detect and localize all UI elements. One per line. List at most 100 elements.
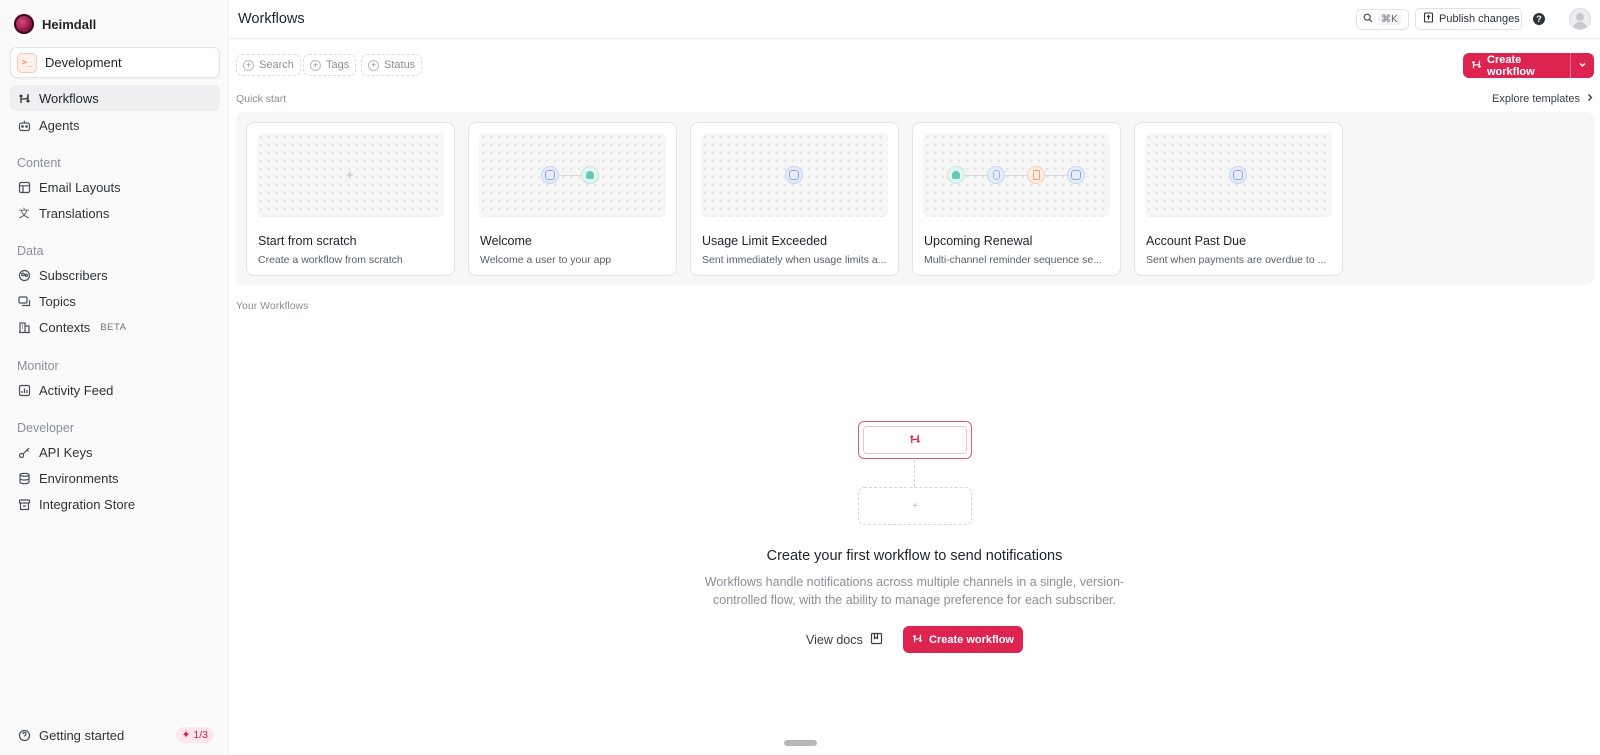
sidebar-item-api-keys[interactable]: API Keys bbox=[10, 439, 220, 465]
progress-badge: ✦ 1/3 bbox=[175, 727, 214, 743]
connector-line bbox=[963, 175, 1073, 176]
create-workflow-button[interactable]: Create workflow bbox=[1463, 53, 1594, 78]
your-workflows-label: Your Workflows bbox=[236, 300, 309, 312]
sidebar-item-translations[interactable]: 文 Translations bbox=[10, 200, 220, 226]
email-node-icon bbox=[1067, 166, 1085, 184]
building-icon bbox=[17, 320, 31, 334]
view-docs-label: View docs bbox=[806, 633, 863, 647]
resize-handle[interactable] bbox=[784, 740, 817, 746]
empty-state-title: Create your first workflow to send notif… bbox=[766, 548, 1063, 564]
robot-icon bbox=[17, 118, 31, 132]
publish-changes-button[interactable]: Publish changes bbox=[1415, 8, 1522, 30]
template-card-account-past-due[interactable]: Account Past Due Sent when payments are … bbox=[1134, 122, 1343, 276]
sidebar-item-agents[interactable]: Agents bbox=[10, 112, 220, 138]
sms-node-icon bbox=[987, 166, 1005, 184]
sidebar-item-environments[interactable]: Environments bbox=[10, 465, 220, 491]
beta-badge: BETA bbox=[100, 321, 127, 333]
template-title: Account Past Due bbox=[1146, 234, 1247, 248]
empty-state-add-node: + bbox=[858, 487, 972, 525]
sidebar-item-label: Contexts bbox=[39, 319, 91, 335]
sidebar-item-label: Workflows bbox=[39, 90, 99, 106]
email-node-icon bbox=[1229, 166, 1247, 184]
sidebar-item-label: Activity Feed bbox=[39, 382, 114, 398]
explore-templates-link[interactable]: Explore templates bbox=[1492, 93, 1594, 105]
template-preview: + bbox=[257, 133, 444, 217]
page-title: Workflows bbox=[238, 11, 305, 27]
org-name: Heimdall bbox=[42, 16, 97, 32]
help-circle-icon bbox=[17, 728, 31, 742]
translate-icon: 文 bbox=[18, 208, 30, 220]
workflow-icon bbox=[912, 633, 923, 647]
quick-start-label: Quick start bbox=[236, 93, 287, 105]
top-bar: Workflows ⌘K Publish changes ? bbox=[229, 0, 1600, 39]
explore-templates-label: Explore templates bbox=[1492, 93, 1581, 105]
plus-circle-icon: + bbox=[310, 59, 321, 71]
create-workflow-main[interactable]: Create workflow bbox=[1463, 54, 1570, 78]
template-card-usage-limit[interactable]: Usage Limit Exceeded Sent immediately wh… bbox=[690, 122, 899, 276]
template-description: Create a workflow from scratch bbox=[258, 254, 403, 266]
template-card-welcome[interactable]: Welcome Welcome a user to your app bbox=[468, 122, 677, 276]
sidebar-item-contexts[interactable]: Contexts BETA bbox=[10, 314, 220, 340]
filter-label: Search bbox=[259, 59, 294, 71]
section-title-developer: Developer bbox=[17, 421, 74, 435]
sidebar: Heimdall >_ Development Workflows Agents… bbox=[0, 0, 229, 755]
template-title: Upcoming Renewal bbox=[924, 234, 1033, 248]
sidebar-item-activity-feed[interactable]: Activity Feed bbox=[10, 377, 220, 403]
template-preview bbox=[923, 133, 1110, 217]
template-description: Sent when payments are overdue to ... bbox=[1146, 254, 1327, 266]
topics-icon bbox=[17, 294, 31, 308]
sidebar-item-workflows[interactable]: Workflows bbox=[10, 85, 220, 111]
delay-node-icon bbox=[1027, 166, 1045, 184]
template-preview bbox=[701, 133, 888, 217]
empty-state-description: Workflows handle notifications across mu… bbox=[704, 575, 1125, 607]
user-avatar[interactable] bbox=[1569, 8, 1591, 30]
section-title-content: Content bbox=[17, 156, 61, 170]
filter-label: Status bbox=[384, 59, 416, 71]
upload-icon bbox=[1423, 12, 1434, 26]
template-preview bbox=[1145, 133, 1332, 217]
layout-icon bbox=[17, 180, 31, 194]
progress-count: 1/3 bbox=[193, 729, 208, 741]
bell-node-icon bbox=[947, 166, 965, 184]
email-node-icon bbox=[541, 166, 559, 184]
environment-label: Development bbox=[45, 55, 122, 70]
terminal-icon: >_ bbox=[17, 52, 37, 73]
create-workflow-dropdown[interactable] bbox=[1570, 53, 1594, 78]
chevron-down-icon bbox=[1578, 60, 1587, 72]
shortcut-hint: ⌘K bbox=[1378, 14, 1401, 25]
sidebar-item-subscribers[interactable]: Subscribers bbox=[10, 262, 220, 288]
users-icon bbox=[17, 268, 31, 282]
sidebar-item-label: API Keys bbox=[39, 444, 93, 460]
environment-switcher[interactable]: >_ Development bbox=[10, 47, 220, 78]
section-title-monitor: Monitor bbox=[17, 359, 59, 373]
template-description: Welcome a user to your app bbox=[480, 254, 612, 266]
create-workflow-label: Create workflow bbox=[1487, 53, 1535, 78]
template-card-scratch[interactable]: + Start from scratch Create a workflow f… bbox=[246, 122, 455, 276]
publish-label: Publish changes bbox=[1439, 13, 1520, 25]
template-description: Multi-channel reminder sequence se... bbox=[924, 254, 1103, 266]
command-search-button[interactable]: ⌘K bbox=[1356, 9, 1409, 30]
key-icon bbox=[17, 445, 31, 459]
template-title: Start from scratch bbox=[258, 234, 357, 248]
getting-started-link[interactable]: Getting started ✦ 1/3 bbox=[10, 722, 220, 748]
org-logo bbox=[14, 14, 34, 34]
template-title: Usage Limit Exceeded bbox=[702, 234, 828, 248]
view-docs-link[interactable]: View docs bbox=[806, 632, 883, 648]
template-title: Welcome bbox=[480, 234, 532, 248]
plus-icon: + bbox=[346, 167, 354, 182]
tags-filter-button[interactable]: + Tags bbox=[303, 54, 357, 76]
chevron-right-icon bbox=[1586, 93, 1594, 105]
store-icon bbox=[17, 497, 31, 511]
sidebar-item-label: Email Layouts bbox=[39, 179, 121, 195]
plus-icon: + bbox=[912, 500, 918, 512]
org-switcher[interactable]: Heimdall bbox=[14, 13, 96, 35]
sidebar-item-email-layouts[interactable]: Email Layouts bbox=[10, 174, 220, 200]
template-card-upcoming-renewal[interactable]: Upcoming Renewal Multi-channel reminder … bbox=[912, 122, 1121, 276]
sidebar-item-integration-store[interactable]: Integration Store bbox=[10, 491, 220, 517]
status-filter-button[interactable]: + Status bbox=[361, 54, 423, 76]
empty-state-create-workflow-button[interactable]: Create workflow bbox=[903, 626, 1023, 653]
sidebar-item-label: Integration Store bbox=[39, 496, 136, 512]
sidebar-item-topics[interactable]: Topics bbox=[10, 288, 220, 314]
help-icon[interactable]: ? bbox=[1533, 13, 1545, 25]
search-filter-button[interactable]: + Search bbox=[236, 54, 301, 76]
